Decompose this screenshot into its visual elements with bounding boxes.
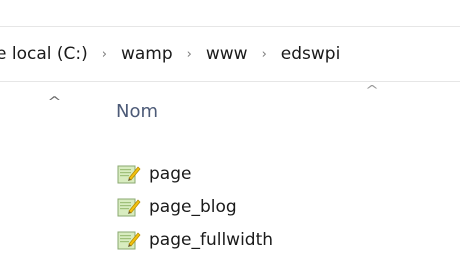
sort-ascending-icon: ^ — [364, 83, 380, 97]
navigation-pane: ^ — [0, 83, 97, 280]
breadcrumb-www[interactable]: www — [202, 44, 252, 64]
chevron-right-icon[interactable]: › — [92, 47, 117, 62]
php-file-icon — [117, 229, 141, 251]
address-bar[interactable]: e local (C:) › wamp › www › edswpi — [0, 26, 460, 82]
breadcrumb-wamp[interactable]: wamp — [117, 44, 177, 64]
window-top-area — [0, 0, 460, 26]
list-item[interactable]: page_fullwidth — [117, 223, 437, 256]
php-file-icon — [117, 163, 141, 185]
list-item[interactable]: page_blog — [117, 190, 437, 223]
file-name: page_blog — [149, 196, 237, 217]
column-header-name[interactable]: Nom — [116, 101, 158, 122]
list-item[interactable]: page — [117, 157, 437, 190]
php-file-icon — [117, 196, 141, 218]
file-name: page — [149, 163, 192, 184]
chevron-right-icon[interactable]: › — [252, 47, 277, 62]
file-name: page_fullwidth — [149, 229, 274, 250]
chevron-right-icon[interactable]: › — [177, 47, 202, 62]
file-list-pane: ^ Nom page page_blog page_fullwidth — [97, 83, 460, 280]
breadcrumb: e local (C:) › wamp › www › edswpi — [0, 44, 344, 64]
scroll-up-icon[interactable]: ^ — [47, 95, 61, 110]
explorer-window: e local (C:) › wamp › www › edswpi ^ ^ N… — [0, 0, 460, 280]
breadcrumb-drive[interactable]: e local (C:) — [0, 44, 92, 64]
breadcrumb-edswpi[interactable]: edswpi — [277, 44, 345, 64]
file-list: page page_blog page_fullwidth — [117, 157, 437, 256]
